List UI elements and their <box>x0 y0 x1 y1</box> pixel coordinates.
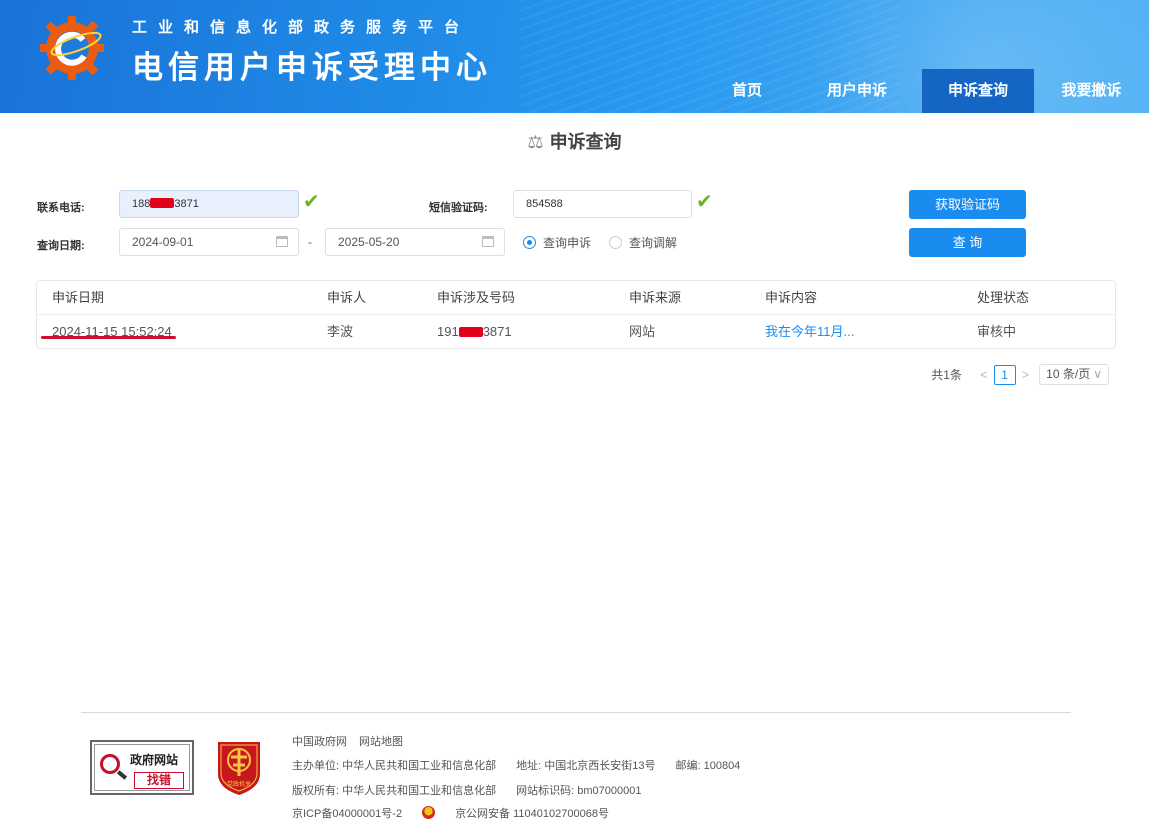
col-header-number[interactable]: 申诉涉及号码 <box>437 281 515 315</box>
results-table: 申诉日期 申诉人 申诉涉及号码 申诉来源 申诉内容 处理状态 2024-11-1… <box>36 280 1116 349</box>
footer-links: 中国政府网 网站地图 <box>292 733 423 749</box>
footer-postcode: 邮编: 100804 <box>675 760 741 772</box>
number-suffix: 3871 <box>482 324 512 339</box>
footer-host: 主办单位: 中华人民共和国工业和信息化部 <box>292 760 497 772</box>
page-title-text: 申诉查询 <box>549 132 622 152</box>
footer-copyright: 版权所有: 中华人民共和国工业和信息化部 <box>292 785 497 797</box>
cell-content-link[interactable]: 我在今年11月... <box>765 315 854 349</box>
radio-complaint-label: 查询申诉 <box>543 236 592 250</box>
total-count: 共1条 <box>931 368 962 382</box>
nav-withdraw-complaint[interactable]: 我要撤诉 <box>1034 69 1149 113</box>
phone-suffix: 3871 <box>174 198 199 210</box>
end-date-value: 2025-05-20 <box>338 235 400 249</box>
end-date-input[interactable]: 2025-05-20 <box>325 228 505 256</box>
sms-code-input[interactable]: 854588 <box>513 190 692 218</box>
redaction-mark <box>150 198 175 208</box>
radio-checked-icon[interactable] <box>523 236 536 249</box>
start-date-input[interactable]: 2024-09-01 <box>119 228 299 256</box>
calendar-icon[interactable] <box>482 236 494 247</box>
badge-gov-text: 政府网站 <box>130 753 179 767</box>
footer-copyright-line: 版权所有: 中华人民共和国工业和信息化部 网站标识码: bm07000001 <box>292 782 661 798</box>
cell-status: 审核中 <box>977 324 1017 339</box>
footer-link-gov[interactable]: 中国政府网 <box>292 736 347 748</box>
phone-label: 联系电话: <box>37 202 85 214</box>
table-header-row: 申诉日期 申诉人 申诉涉及号码 申诉来源 申诉内容 处理状态 <box>37 281 1115 315</box>
site-title: 电信用户申诉受理中心 <box>132 50 492 85</box>
footer-link-sitemap[interactable]: 网站地图 <box>359 736 403 748</box>
nav-complaint-query[interactable]: 申诉查询 <box>922 69 1034 113</box>
footer-address: 地址: 中国北京西长安街13号 <box>516 760 656 772</box>
col-header-content[interactable]: 申诉内容 <box>765 281 817 315</box>
sms-valid-check-icon: ✔ <box>696 191 713 213</box>
redaction-mark <box>458 327 483 337</box>
date-separator: - <box>308 235 312 249</box>
footer-divider <box>81 712 1071 713</box>
footer-icp[interactable]: 京ICP备04000001号-2 <box>292 808 402 820</box>
page-size-value: 10 条/页 <box>1046 367 1091 381</box>
phone-prefix: 188 <box>132 198 151 210</box>
table-row[interactable]: 2024-11-15 15:52:24 李波 191 3871 网站 我在今年11… <box>37 315 1115 349</box>
main-nav: 首页 用户申诉 申诉查询 我要撤诉 <box>702 69 1149 113</box>
footer-license-line: 京ICP备04000001号-2 京公网安备 11040102700068号 <box>292 805 629 821</box>
scale-icon: ⚖ <box>527 132 544 152</box>
red-underline-annotation <box>41 336 176 339</box>
gov-site-error-report-badge[interactable]: 政府网站 找错 <box>90 740 194 795</box>
pagination: 共1条 < 1 > 10 条/页 ∨ <box>931 364 1109 385</box>
query-button[interactable]: 查 询 <box>909 228 1026 257</box>
next-page-icon[interactable]: > <box>1022 367 1030 382</box>
phone-valid-check-icon: ✔ <box>303 191 320 213</box>
col-header-date[interactable]: 申诉日期 <box>52 281 104 315</box>
cell-number: 191 3871 <box>437 315 512 349</box>
radio-mediation-label: 查询调解 <box>629 236 678 250</box>
miit-logo-icon[interactable] <box>36 14 110 82</box>
nav-home[interactable]: 首页 <box>702 69 792 113</box>
radio-unchecked-icon[interactable] <box>609 236 622 249</box>
col-header-status[interactable]: 处理状态 <box>977 281 1029 315</box>
cell-source: 网站 <box>629 324 656 339</box>
radio-query-complaint[interactable]: 查询申诉 <box>523 234 591 251</box>
prev-page-icon[interactable]: < <box>980 367 988 382</box>
chevron-down-icon: ∨ <box>1093 367 1102 381</box>
number-prefix: 191 <box>437 324 459 339</box>
col-header-source[interactable]: 申诉来源 <box>629 281 681 315</box>
page-number-current[interactable]: 1 <box>993 364 1016 385</box>
calendar-icon[interactable] <box>276 236 288 247</box>
radio-query-mediation[interactable]: 查询调解 <box>609 234 677 251</box>
platform-subtitle: 工业和信息化部政务服务平台 <box>132 19 471 36</box>
footer-site-id: 网站标识码: bm07000001 <box>516 785 642 797</box>
badge-party-text: 党政机关 <box>227 780 251 788</box>
site-header: 工业和信息化部政务服务平台 电信用户申诉受理中心 首页 用户申诉 申诉查询 我要… <box>0 0 1149 113</box>
cell-date: 2024-11-15 15:52:24 <box>52 324 172 339</box>
col-header-complainant[interactable]: 申诉人 <box>327 281 366 315</box>
date-label: 查询日期: <box>37 240 85 252</box>
footer-police-record[interactable]: 京公网安备 11040102700068号 <box>455 808 609 820</box>
start-date-value: 2024-09-01 <box>132 235 194 249</box>
phone-input[interactable]: 188 3871 <box>119 190 299 218</box>
get-code-button[interactable]: 获取验证码 <box>909 190 1026 219</box>
sms-code-label: 短信验证码: <box>429 202 488 214</box>
police-badge-icon <box>422 806 436 819</box>
page-title: ⚖ 申诉查询 <box>0 128 1149 154</box>
party-govt-organ-badge-icon[interactable]: 党政机关 <box>216 738 262 796</box>
nav-user-complaint[interactable]: 用户申诉 <box>792 69 922 113</box>
cell-complainant: 李波 <box>327 324 354 339</box>
badge-error-text: 找错 <box>134 772 184 789</box>
page-size-select[interactable]: 10 条/页 ∨ <box>1039 364 1109 385</box>
footer-host-line: 主办单位: 中华人民共和国工业和信息化部 地址: 中国北京西长安街13号 邮编: 1… <box>292 757 760 773</box>
